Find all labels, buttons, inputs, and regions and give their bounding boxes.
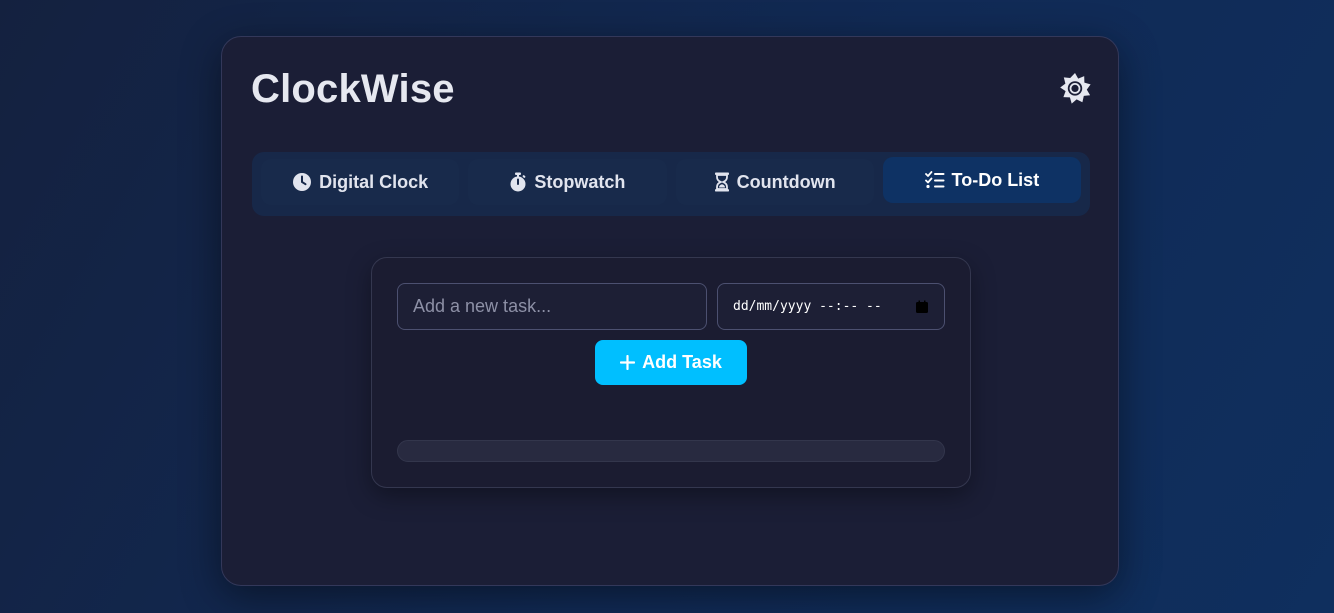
todo-panel: dd/mm/yyyy --:-- -- Add Task	[371, 257, 971, 488]
tab-stopwatch[interactable]: Stopwatch	[468, 159, 667, 205]
app-card: ClockWise Digital Clock Stopwatch Countd…	[221, 36, 1119, 586]
tab-to-do-list[interactable]: To-Do List	[882, 157, 1081, 203]
tab-label: Stopwatch	[534, 171, 626, 192]
tab-digital-clock[interactable]: Digital Clock	[261, 159, 460, 205]
add-task-label: Add Task	[642, 352, 722, 372]
add-task-button[interactable]: Add Task	[595, 340, 747, 385]
sun-icon	[1060, 73, 1091, 104]
stopwatch-icon	[510, 172, 526, 192]
theme-toggle-button[interactable]	[1058, 71, 1092, 105]
datetime-placeholder: dd/mm/yyyy --:-- --	[733, 299, 882, 314]
app-title: ClockWise	[251, 67, 455, 111]
tab-label: Countdown	[736, 171, 836, 192]
hourglass-icon	[714, 172, 729, 192]
checklist-icon	[924, 171, 945, 189]
task-input[interactable]	[397, 283, 707, 330]
tab-bar: Digital Clock Stopwatch Countdown To-Do …	[252, 152, 1090, 216]
task-progress-bar	[397, 440, 945, 462]
calendar-icon[interactable]	[915, 300, 929, 314]
plus-icon	[620, 355, 636, 370]
tab-countdown[interactable]: Countdown	[675, 159, 874, 205]
tab-label: To-Do List	[951, 169, 1040, 190]
due-datetime-field[interactable]: dd/mm/yyyy --:-- --	[717, 283, 945, 330]
clock-icon	[293, 173, 312, 191]
tab-label: Digital Clock	[319, 171, 429, 192]
